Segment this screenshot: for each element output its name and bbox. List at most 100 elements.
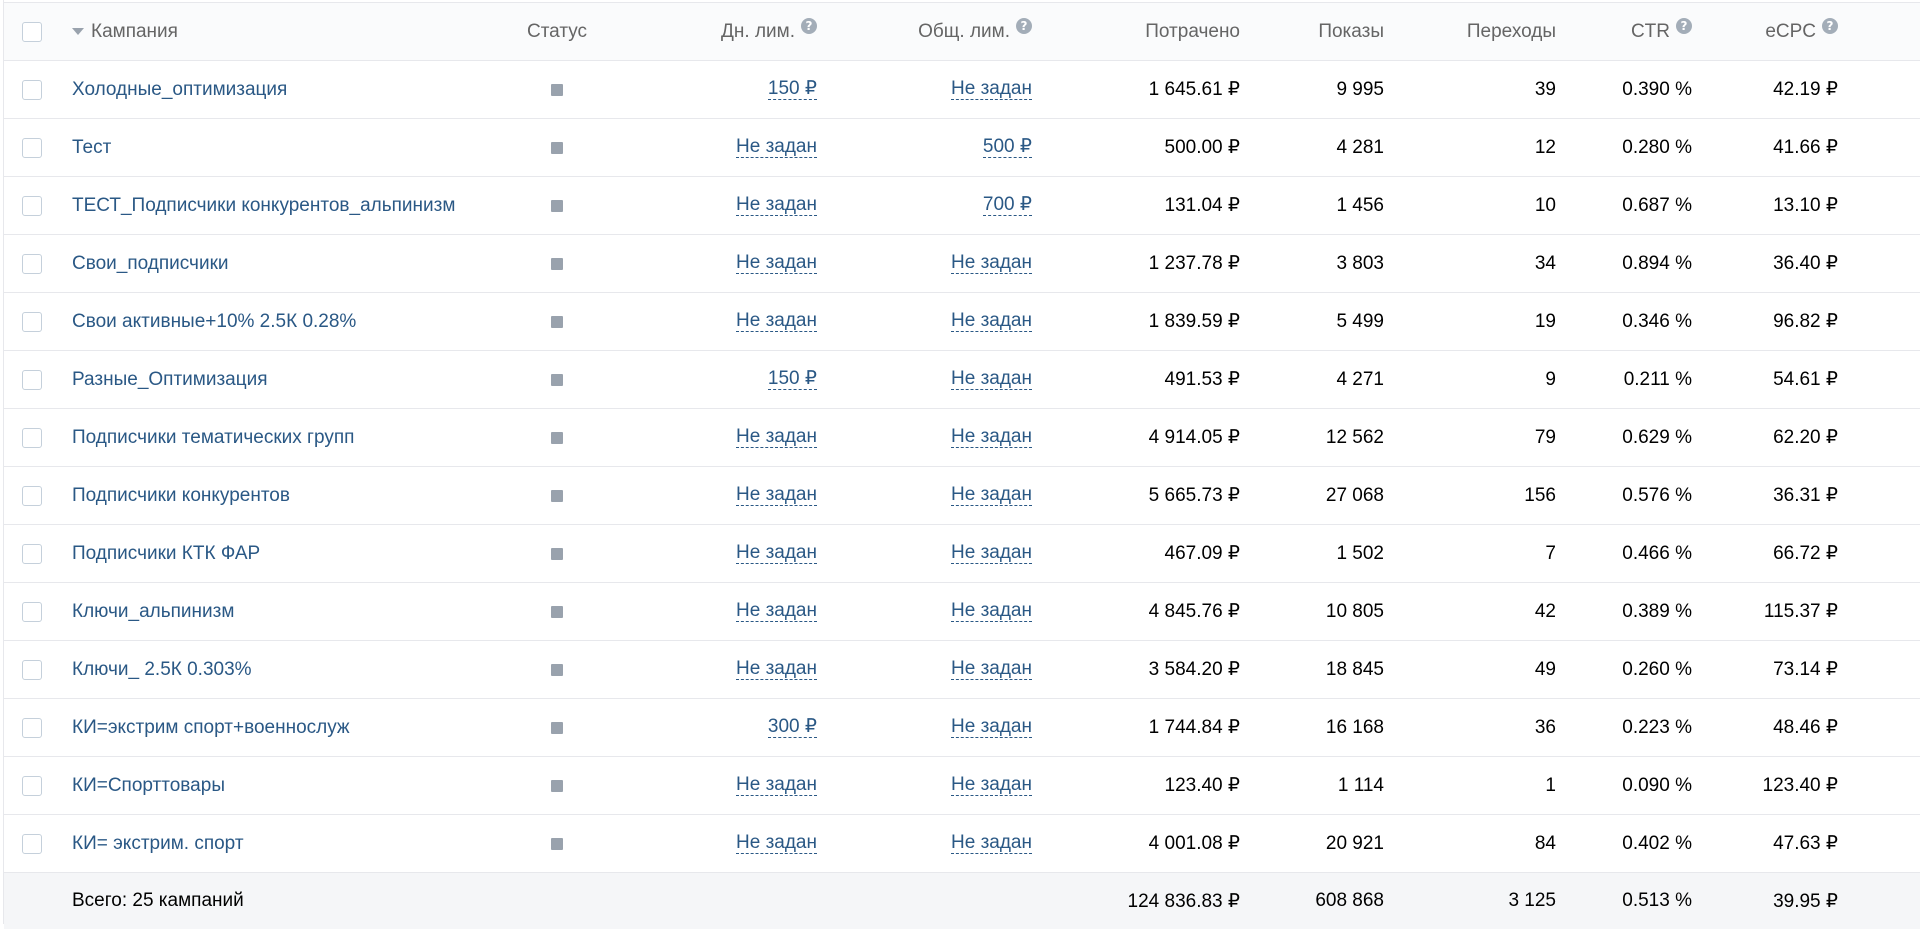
total-limit-link[interactable]: Не задан	[951, 311, 1032, 332]
ctr-cell: 0.390 %	[1584, 61, 1692, 118]
day-limit-link[interactable]: 300 ₽	[767, 717, 817, 738]
campaign-name-link[interactable]: Ключи_ 2.5К 0.303%	[72, 659, 252, 681]
total-limit-link[interactable]: Не задан	[951, 253, 1032, 274]
total-limit-link[interactable]: Не задан	[951, 427, 1032, 448]
total-limit-link[interactable]: Не задан	[951, 543, 1032, 564]
header-shows[interactable]: Показы	[1274, 3, 1384, 60]
question-circle-icon[interactable]: ?	[1016, 17, 1032, 34]
day-limit-link[interactable]: Не задан	[736, 775, 817, 796]
row-checkbox[interactable]	[22, 311, 42, 332]
question-circle-icon[interactable]: ?	[1822, 17, 1838, 34]
day-limit-link[interactable]: 150 ₽	[767, 369, 817, 390]
status-stopped-icon[interactable]	[551, 431, 563, 444]
spent-cell: 123.40 ₽	[1064, 757, 1240, 814]
day-limit-link[interactable]: Не задан	[736, 311, 817, 332]
day-limit-link[interactable]: 150 ₽	[767, 79, 817, 100]
row-checkbox[interactable]	[22, 833, 42, 854]
header-spent[interactable]: Потрачено	[1064, 3, 1240, 60]
row-checkbox[interactable]	[22, 369, 42, 390]
row-checkbox[interactable]	[22, 717, 42, 738]
campaign-name-link[interactable]: Подписчики конкурентов	[72, 485, 290, 507]
campaign-name-link[interactable]: Ключи_альпинизм	[72, 601, 234, 623]
day-limit-link[interactable]: Не задан	[736, 543, 817, 564]
day-limit-link[interactable]: Не задан	[736, 427, 817, 448]
status-stopped-icon[interactable]	[551, 547, 563, 560]
day-limit-link[interactable]: Не задан	[736, 485, 817, 506]
header-ctr[interactable]: CTR ?	[1584, 3, 1692, 60]
row-checkbox[interactable]	[22, 427, 42, 448]
ctr-cell: 0.260 %	[1584, 641, 1692, 698]
row-checkbox[interactable]	[22, 195, 42, 216]
campaign-name-link[interactable]: Холодные_оптимизация	[72, 79, 287, 101]
total-limit-link[interactable]: 500 ₽	[982, 137, 1032, 158]
clicks-cell: 7	[1424, 525, 1556, 582]
status-stopped-icon[interactable]	[551, 779, 563, 792]
day-limit-link[interactable]: Не задан	[736, 253, 817, 274]
header-day-limit[interactable]: Дн. лим. ?	[644, 3, 817, 60]
row-checkbox[interactable]	[22, 601, 42, 622]
campaign-name-link[interactable]: ТЕСТ_Подписчики конкурентов_альпинизм	[72, 195, 455, 217]
header-shows-label: Показы	[1318, 20, 1384, 42]
status-stopped-icon[interactable]	[551, 199, 563, 212]
total-limit-link[interactable]: Не задан	[951, 659, 1032, 680]
row-checkbox[interactable]	[22, 137, 42, 158]
table-row: КИ= экстрим. спорт Не задан Не задан 4 001.…	[4, 815, 1920, 873]
row-checkbox[interactable]	[22, 775, 42, 796]
row-checkbox-cell	[22, 177, 48, 234]
status-stopped-icon[interactable]	[551, 489, 563, 502]
campaign-name-link[interactable]: Тест	[72, 137, 111, 159]
campaign-name-link[interactable]: КИ=Спорттовары	[72, 775, 225, 797]
row-checkbox[interactable]	[22, 79, 42, 100]
total-limit-link[interactable]: Не задан	[951, 833, 1032, 854]
row-checkbox[interactable]	[22, 659, 42, 680]
day-limit-link[interactable]: Не задан	[736, 833, 817, 854]
day-limit-link[interactable]: Не задан	[736, 137, 817, 158]
day-limit-cell: Не задан	[644, 641, 817, 698]
header-ecpc[interactable]: eCPC ?	[1724, 3, 1838, 60]
day-limit-link[interactable]: Не задан	[736, 659, 817, 680]
row-checkbox[interactable]	[22, 485, 42, 506]
total-limit-cell: Не задан	[864, 583, 1032, 640]
status-stopped-icon[interactable]	[551, 315, 563, 328]
total-limit-link[interactable]: Не задан	[951, 775, 1032, 796]
question-circle-icon[interactable]: ?	[801, 17, 817, 34]
total-limit-link[interactable]: 700 ₽	[982, 195, 1032, 216]
total-limit-link[interactable]: Не задан	[951, 369, 1032, 390]
campaign-name-cell: Тест	[72, 119, 512, 176]
spent-value: 3 584.20 ₽	[1148, 659, 1240, 680]
campaign-name-link[interactable]: Подписчики тематических групп	[72, 427, 354, 449]
status-stopped-icon[interactable]	[551, 257, 563, 270]
total-limit-link[interactable]: Не задан	[951, 601, 1032, 622]
campaign-name-link[interactable]: Свои_подписчики	[72, 253, 229, 275]
row-checkbox-cell	[22, 409, 48, 466]
total-limit-link[interactable]: Не задан	[951, 717, 1032, 738]
status-stopped-icon[interactable]	[551, 605, 563, 618]
table-row: Ключи_ 2.5К 0.303% Не задан Не задан 3 584.…	[4, 641, 1920, 699]
status-stopped-icon[interactable]	[551, 373, 563, 386]
select-all-checkbox[interactable]	[22, 21, 42, 42]
row-checkbox[interactable]	[22, 543, 42, 564]
status-stopped-icon[interactable]	[551, 837, 563, 850]
row-checkbox[interactable]	[22, 253, 42, 274]
ecpc-value: 73.14 ₽	[1773, 659, 1838, 680]
ecpc-cell: 47.63 ₽	[1724, 815, 1838, 872]
total-limit-link[interactable]: Не задан	[951, 485, 1032, 506]
header-clicks[interactable]: Переходы	[1424, 3, 1556, 60]
header-campaign[interactable]: Кампания	[72, 3, 512, 60]
day-limit-link[interactable]: Не задан	[736, 195, 817, 216]
status-stopped-icon[interactable]	[551, 663, 563, 676]
status-stopped-icon[interactable]	[551, 721, 563, 734]
header-total-limit[interactable]: Общ. лим. ?	[864, 3, 1032, 60]
header-status[interactable]: Статус	[527, 3, 587, 60]
question-circle-icon[interactable]: ?	[1676, 17, 1692, 34]
campaign-name-link[interactable]: Разные_Оптимизация	[72, 369, 268, 391]
campaign-name-link[interactable]: Свои активные+10% 2.5К 0.28%	[72, 311, 356, 333]
campaign-name-link[interactable]: Подписчики КТК ФАР	[72, 543, 260, 565]
day-limit-link[interactable]: Не задан	[736, 601, 817, 622]
total-limit-link[interactable]: Не задан	[951, 79, 1032, 100]
clicks-cell: 49	[1424, 641, 1556, 698]
campaign-name-link[interactable]: КИ=экстрим спорт+военнослуж	[72, 717, 350, 739]
status-stopped-icon[interactable]	[551, 83, 563, 96]
status-stopped-icon[interactable]	[551, 141, 563, 154]
campaign-name-link[interactable]: КИ= экстрим. спорт	[72, 833, 244, 855]
